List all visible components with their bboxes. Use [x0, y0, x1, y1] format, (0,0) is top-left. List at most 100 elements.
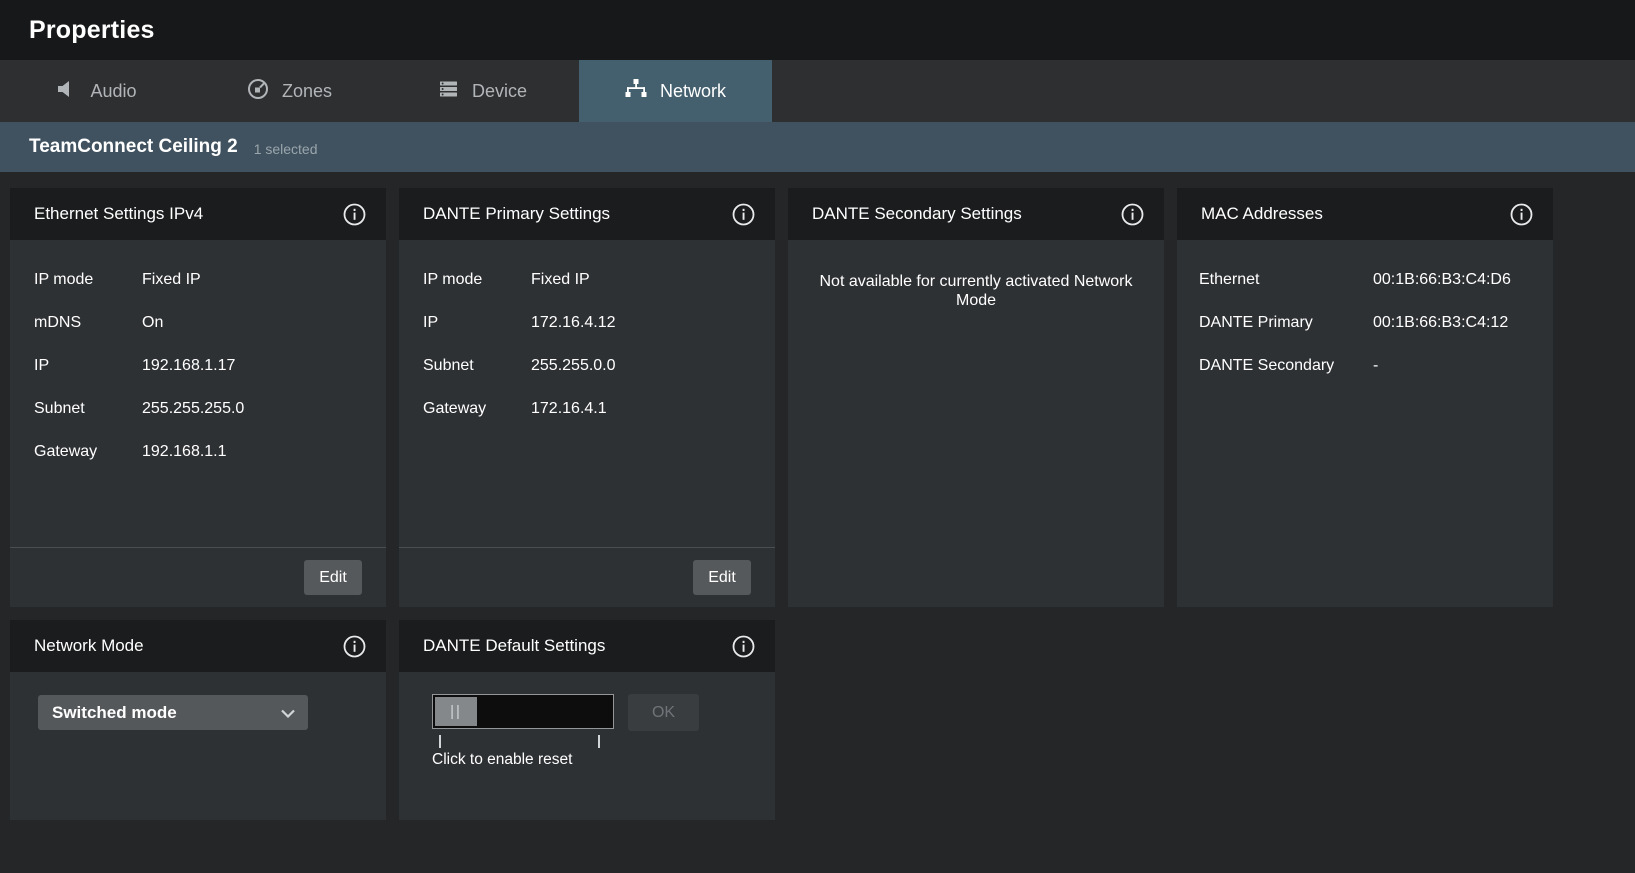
- tab-zones[interactable]: Zones: [193, 60, 386, 122]
- setting-label: DANTE Primary: [1199, 313, 1373, 333]
- device-icon: [438, 79, 459, 104]
- info-icon[interactable]: [343, 635, 366, 658]
- card-header: MAC Addresses: [1177, 188, 1553, 240]
- card-title: DANTE Primary Settings: [423, 204, 610, 224]
- card-footer: Edit: [10, 547, 386, 607]
- setting-value: 172.16.4.12: [531, 313, 751, 333]
- setting-row: IP 192.168.1.17: [34, 356, 362, 376]
- card-header: DANTE Secondary Settings: [788, 188, 1164, 240]
- setting-label: IP: [423, 313, 531, 333]
- card-body: Not available for currently activated Ne…: [788, 240, 1164, 607]
- card-body: Switched mode: [10, 672, 386, 820]
- unavailable-message: Not available for currently activated Ne…: [816, 272, 1136, 310]
- card-dante-primary: DANTE Primary Settings IP mode Fixed IP …: [399, 188, 775, 607]
- setting-row: IP 172.16.4.12: [423, 313, 751, 333]
- setting-value: 192.168.1.17: [142, 356, 362, 376]
- network-icon: [625, 78, 647, 104]
- card-header: DANTE Primary Settings: [399, 188, 775, 240]
- setting-row: DANTE Primary 00:1B:66:B3:C4:12: [1199, 313, 1529, 333]
- card-body: || Click to enable reset OK: [399, 672, 775, 820]
- setting-label: IP: [34, 356, 142, 376]
- setting-label: IP mode: [423, 270, 531, 290]
- card-title: Network Mode: [34, 636, 144, 656]
- network-mode-select[interactable]: Switched mode: [38, 695, 308, 730]
- info-icon[interactable]: [732, 635, 755, 658]
- card-title: DANTE Default Settings: [423, 636, 605, 656]
- setting-value: On: [142, 313, 362, 333]
- setting-value: Fixed IP: [531, 270, 751, 290]
- slider-ticks: [432, 735, 614, 748]
- speaker-icon: [56, 79, 77, 104]
- setting-label: Subnet: [34, 399, 142, 419]
- card-title: Ethernet Settings IPv4: [34, 204, 203, 224]
- setting-row: DANTE Secondary -: [1199, 356, 1529, 376]
- grid-spacer: [1177, 620, 1553, 820]
- slider-handle[interactable]: ||: [435, 697, 477, 726]
- info-icon[interactable]: [732, 203, 755, 226]
- tab-audio[interactable]: Audio: [0, 60, 193, 122]
- setting-row: Subnet 255.255.255.0: [34, 399, 362, 419]
- card-title: MAC Addresses: [1201, 204, 1323, 224]
- tab-label: Device: [472, 81, 527, 102]
- info-icon[interactable]: [1510, 203, 1533, 226]
- setting-label: Gateway: [423, 399, 531, 419]
- chevron-down-icon: [281, 703, 295, 723]
- setting-row: Gateway 192.168.1.1: [34, 442, 362, 462]
- setting-row: Ethernet 00:1B:66:B3:C4:D6: [1199, 270, 1529, 290]
- setting-value: 00:1B:66:B3:C4:D6: [1373, 270, 1529, 290]
- card-dante-secondary: DANTE Secondary Settings Not available f…: [788, 188, 1164, 607]
- setting-value: 00:1B:66:B3:C4:12: [1373, 313, 1529, 333]
- info-icon[interactable]: [343, 203, 366, 226]
- tab-bar: Audio Zones Device: [0, 60, 1635, 122]
- setting-label: Ethernet: [1199, 270, 1373, 290]
- setting-value: -: [1373, 356, 1529, 376]
- card-header: Network Mode: [10, 620, 386, 672]
- card-header: Ethernet Settings IPv4: [10, 188, 386, 240]
- device-name: TeamConnect Ceiling 2: [29, 136, 238, 158]
- card-dante-default: DANTE Default Settings || Click to enabl…: [399, 620, 775, 820]
- setting-row: IP mode Fixed IP: [34, 270, 362, 290]
- setting-value: 172.16.4.1: [531, 399, 751, 419]
- tab-label: Audio: [90, 81, 136, 102]
- tab-network[interactable]: Network: [579, 60, 772, 122]
- setting-value: Fixed IP: [142, 270, 362, 290]
- setting-label: mDNS: [34, 313, 142, 333]
- reset-slider[interactable]: ||: [432, 694, 614, 729]
- selection-bar: TeamConnect Ceiling 2 1 selected: [0, 122, 1635, 172]
- setting-row: IP mode Fixed IP: [423, 270, 751, 290]
- tab-label: Network: [660, 81, 726, 102]
- setting-label: Gateway: [34, 442, 142, 462]
- card-footer: Edit: [399, 547, 775, 607]
- info-icon[interactable]: [1121, 203, 1144, 226]
- setting-row: mDNS On: [34, 313, 362, 333]
- page-title: Properties: [29, 16, 155, 45]
- slider-hint: Click to enable reset: [432, 751, 614, 769]
- selected-option: Switched mode: [52, 703, 177, 723]
- card-grid-row2: Network Mode Switched mode DANTE Default…: [10, 620, 1625, 820]
- content-area: Ethernet Settings IPv4 IP mode Fixed IP …: [0, 172, 1635, 820]
- setting-row: Gateway 172.16.4.1: [423, 399, 751, 419]
- reset-control: || Click to enable reset OK: [432, 694, 775, 769]
- tab-device[interactable]: Device: [386, 60, 579, 122]
- setting-label: IP mode: [34, 270, 142, 290]
- tab-label: Zones: [282, 81, 332, 102]
- app-header: Properties: [0, 0, 1635, 60]
- card-mac-addresses: MAC Addresses Ethernet 00:1B:66:B3:C4:D6…: [1177, 188, 1553, 607]
- card-body: IP mode Fixed IP mDNS On IP 192.168.1.17…: [10, 240, 386, 547]
- selection-count: 1 selected: [254, 141, 318, 157]
- setting-label: Subnet: [423, 356, 531, 376]
- setting-value: 255.255.255.0: [142, 399, 362, 419]
- edit-button[interactable]: Edit: [304, 560, 362, 595]
- ok-button[interactable]: OK: [628, 694, 699, 731]
- card-body: Ethernet 00:1B:66:B3:C4:D6 DANTE Primary…: [1177, 240, 1553, 607]
- zones-icon: [247, 78, 269, 105]
- edit-button[interactable]: Edit: [693, 560, 751, 595]
- setting-value: 192.168.1.1: [142, 442, 362, 462]
- grid-spacer: [788, 620, 1164, 820]
- reset-slider-group: || Click to enable reset: [432, 694, 614, 769]
- card-grid-row1: Ethernet Settings IPv4 IP mode Fixed IP …: [10, 188, 1625, 607]
- card-body: IP mode Fixed IP IP 172.16.4.12 Subnet 2…: [399, 240, 775, 547]
- card-title: DANTE Secondary Settings: [812, 204, 1022, 224]
- card-network-mode: Network Mode Switched mode: [10, 620, 386, 820]
- card-ethernet-settings: Ethernet Settings IPv4 IP mode Fixed IP …: [10, 188, 386, 607]
